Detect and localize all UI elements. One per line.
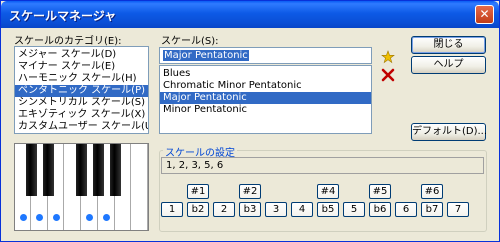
scale-label: スケール(S): xyxy=(161,36,219,47)
category-list-item[interactable]: マイナー スケール(E) xyxy=(15,61,148,73)
degree-toggle-button[interactable]: b2 xyxy=(187,202,209,217)
category-label: スケールのカテゴリ(E): xyxy=(14,36,122,47)
scale-list-item[interactable]: Major Pentatonic xyxy=(160,92,371,104)
degree-toggle-button-label: #1 xyxy=(190,186,206,197)
degree-toggle-button[interactable]: b6 xyxy=(369,202,391,217)
delete-x-icon[interactable] xyxy=(381,68,395,82)
scale-formula-text: 1, 2, 3, 5, 6 xyxy=(166,160,224,171)
degree-toggle-button[interactable]: 7 xyxy=(447,202,469,217)
close-button[interactable]: 閉じる xyxy=(411,36,486,54)
degree-toggle-button-label: #5 xyxy=(372,186,388,197)
scale-name-text: Major Pentatonic xyxy=(163,50,249,61)
degree-toggle-button[interactable]: 5 xyxy=(343,202,365,217)
category-list-item[interactable]: カスタムユーザー スケール(U) xyxy=(15,121,148,133)
scale-list-item[interactable]: Minor Pentatonic xyxy=(160,104,371,116)
degree-toggle-button-label: 7 xyxy=(454,204,462,215)
category-listbox[interactable]: メジャー スケール(D) マイナー スケール(E) ハーモニック スケール(H) ペン… xyxy=(14,46,149,134)
degree-toggle-button[interactable]: 2 xyxy=(213,202,235,217)
degree-toggle-button[interactable]: #1 xyxy=(187,184,209,199)
scale-formula-field: 1, 2, 3, 5, 6 xyxy=(161,157,484,174)
degree-toggle-button[interactable]: b5 xyxy=(317,202,339,217)
degree-toggle-button-label: b7 xyxy=(425,204,439,215)
scale-listbox[interactable]: Blues Chromatic Minor Pentatonic Major Pen… xyxy=(159,65,372,134)
star-add-icon[interactable] xyxy=(381,50,395,64)
degree-toggle-button-label: 5 xyxy=(350,204,358,215)
category-list-item[interactable]: ペンタトニック スケール(P) xyxy=(15,85,148,97)
degree-toggle-button[interactable]: #2 xyxy=(239,184,261,199)
white-key xyxy=(131,144,148,230)
degree-toggle-button[interactable]: #5 xyxy=(369,184,391,199)
degree-toggle-button-label: 6 xyxy=(402,204,410,215)
category-list-item[interactable]: メジャー スケール(D) xyxy=(15,49,148,61)
degree-toggle-button[interactable]: 1 xyxy=(161,202,183,217)
degree-toggle-button-label: #6 xyxy=(424,186,440,197)
help-button[interactable]: ヘルプ xyxy=(411,56,486,74)
degree-toggle-button-label: b6 xyxy=(373,204,387,215)
scale-note-dot xyxy=(19,214,27,221)
category-list-item[interactable]: エキゾティック スケール(X) xyxy=(15,109,148,121)
scale-manager-window: スケールマネージャ ✕ スケールのカテゴリ(E): メジャー スケール(D) マイ… xyxy=(0,0,500,242)
scale-note-dot xyxy=(52,214,60,221)
degree-toggle-button-label: 2 xyxy=(220,204,228,215)
black-key xyxy=(26,144,38,196)
degree-toggle-button[interactable]: #6 xyxy=(421,184,443,199)
piano-keyboard xyxy=(14,143,149,231)
degree-toggle-button[interactable]: #4 xyxy=(317,184,339,199)
category-list-item[interactable]: ハーモニック スケール(H) xyxy=(15,73,148,85)
degree-toggle-button-label: b5 xyxy=(321,204,335,215)
degree-toggle-button[interactable]: 4 xyxy=(291,202,313,217)
degree-toggle-button[interactable]: b3 xyxy=(239,202,261,217)
black-key xyxy=(42,144,54,196)
category-list-item[interactable]: シンメトリカル スケール(S) xyxy=(15,97,148,109)
degree-toggle-button-label: 1 xyxy=(168,204,176,215)
close-window-button[interactable]: ✕ xyxy=(475,5,494,24)
black-key xyxy=(76,144,88,196)
black-key xyxy=(93,144,104,196)
degree-toggle-button-label: b2 xyxy=(191,204,205,215)
window-title: スケールマネージャ xyxy=(9,9,117,23)
degree-toggle-button-label: 3 xyxy=(272,204,280,215)
degree-toggle-button-label: 4 xyxy=(298,204,306,215)
scale-list-item[interactable]: Chromatic Minor Pentatonic xyxy=(160,80,371,92)
default-button[interactable]: デフォルト(D)... xyxy=(411,123,487,141)
scale-note-dot xyxy=(103,214,110,221)
degree-toggle-button-label: #4 xyxy=(320,186,336,197)
scale-list-item[interactable]: Blues xyxy=(160,68,371,80)
degree-toggle-button[interactable]: 3 xyxy=(265,202,287,217)
black-key xyxy=(109,144,121,196)
degree-toggle-button-label: #2 xyxy=(242,186,258,197)
degree-toggle-button[interactable]: b7 xyxy=(421,202,443,217)
title-bar[interactable]: スケールマネージャ ✕ xyxy=(1,1,499,28)
scale-name-input[interactable]: Major Pentatonic xyxy=(159,47,372,64)
degree-toggle-button-label: b3 xyxy=(243,204,257,215)
degree-toggle-button[interactable]: 6 xyxy=(395,202,417,217)
